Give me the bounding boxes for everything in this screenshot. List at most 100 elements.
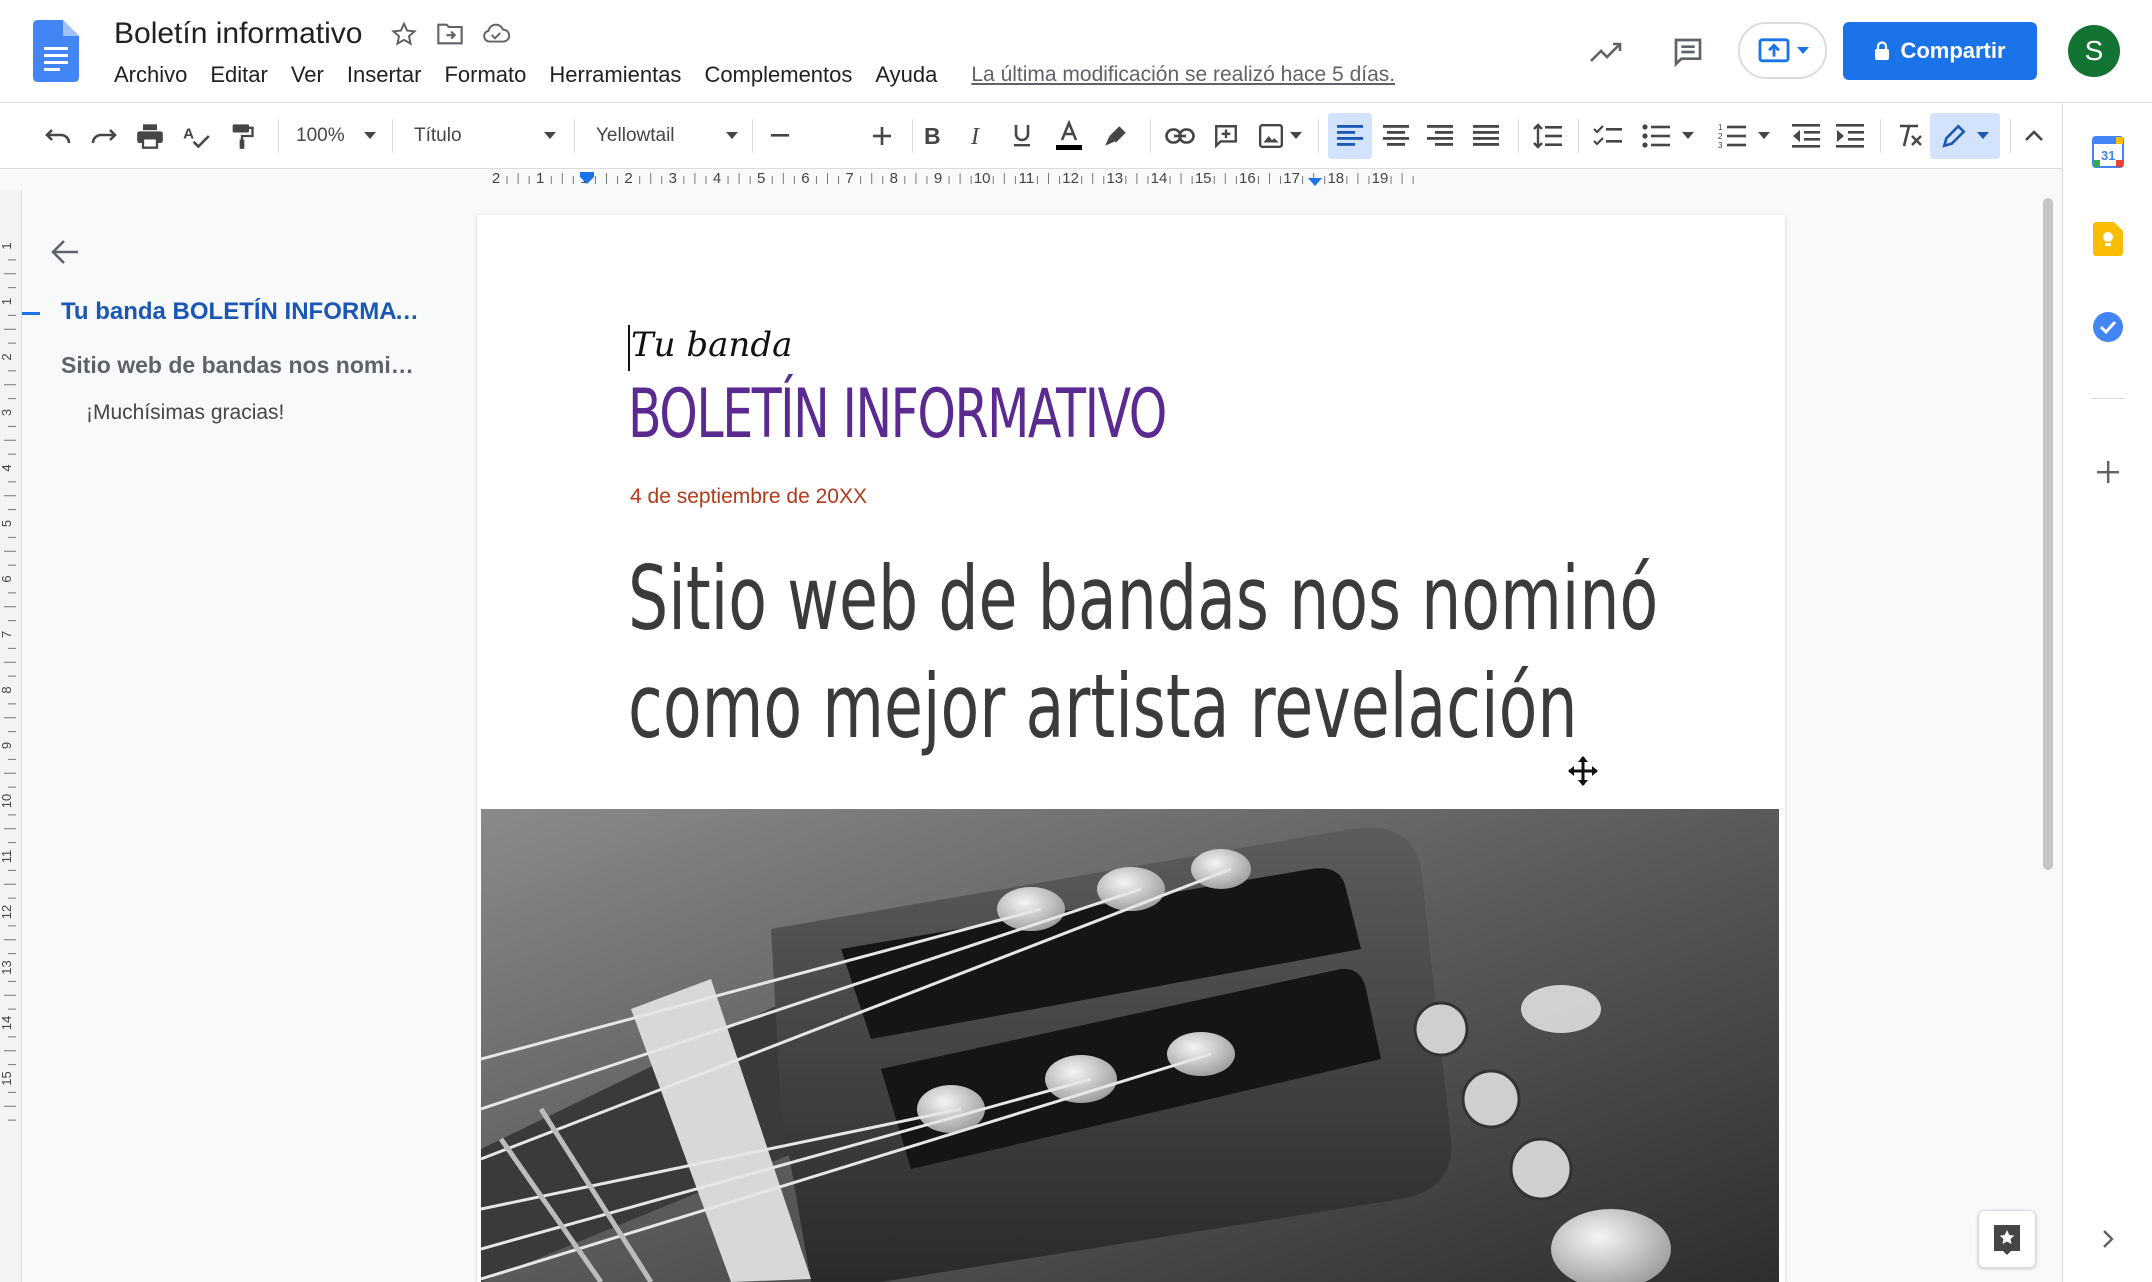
insert-image-icon[interactable] bbox=[1252, 113, 1308, 159]
align-left-icon[interactable] bbox=[1328, 113, 1372, 159]
text-color-icon[interactable] bbox=[1048, 113, 1090, 159]
move-icon[interactable] bbox=[1567, 755, 1599, 787]
chevron-right-icon[interactable] bbox=[2089, 1220, 2127, 1258]
menu-herramientas[interactable]: Herramientas bbox=[549, 62, 681, 88]
right-indent-marker[interactable] bbox=[1308, 178, 1322, 186]
docs-logo-icon[interactable] bbox=[33, 20, 79, 82]
formatting-toolbar: A 100% Título Yellowtail 18 B I bbox=[0, 103, 2062, 256]
document-title[interactable]: Boletín informativo bbox=[114, 16, 362, 52]
move-to-folder-icon[interactable] bbox=[436, 20, 464, 48]
explore-button[interactable] bbox=[1978, 1210, 2036, 1268]
outline-item-heading-1[interactable]: Tu banda BOLETÍN INFORMATIVO bbox=[61, 298, 421, 326]
ruler-label: 6 bbox=[0, 575, 14, 582]
bulleted-list-icon[interactable] bbox=[1636, 113, 1700, 159]
horizontal-ruler[interactable]: 2112345678910111213141516171819 bbox=[470, 170, 1870, 188]
decrease-font-size-button[interactable] bbox=[760, 113, 800, 159]
checklist-icon[interactable] bbox=[1588, 113, 1628, 159]
clear-formatting-icon[interactable] bbox=[1890, 113, 1930, 159]
newsletter-title[interactable]: BOLETÍN INFORMATIVO bbox=[628, 375, 1167, 454]
ruler-label: 12 bbox=[0, 905, 14, 919]
menu-insertar[interactable]: Insertar bbox=[347, 62, 422, 88]
menu-editar[interactable]: Editar bbox=[210, 62, 267, 88]
font-family-select[interactable]: Yellowtail bbox=[592, 113, 742, 159]
paint-format-icon[interactable] bbox=[222, 113, 262, 159]
ruler-label: 13 bbox=[0, 960, 14, 974]
last-edit-link[interactable]: La última modificación se realizó hace 5… bbox=[971, 63, 1395, 87]
editing-mode-icon[interactable] bbox=[1930, 113, 2000, 159]
menu-archivo[interactable]: Archivo bbox=[114, 62, 187, 88]
print-icon[interactable] bbox=[130, 113, 170, 159]
menu-bar: Archivo Editar Ver Insertar Formato Herr… bbox=[114, 62, 1395, 88]
redo-icon[interactable] bbox=[84, 113, 124, 159]
ruler-label: 7 bbox=[845, 170, 853, 187]
ruler-label: 6 bbox=[801, 170, 809, 187]
collapse-icon[interactable] bbox=[2016, 113, 2052, 159]
paragraph-style-select[interactable]: Título bbox=[410, 113, 560, 159]
zoom-select[interactable]: 100% bbox=[292, 113, 380, 159]
scrollbar-thumb[interactable] bbox=[2043, 198, 2053, 870]
back-arrow-icon[interactable] bbox=[50, 238, 84, 272]
band-name[interactable]: Tu banda bbox=[631, 325, 792, 365]
svg-text:31: 31 bbox=[2101, 148, 2115, 163]
ruler-label: 13 bbox=[1106, 170, 1123, 187]
menu-complementos[interactable]: Complementos bbox=[704, 62, 852, 88]
vertical-scrollbar[interactable] bbox=[2040, 195, 2056, 1282]
headline[interactable]: Sitio web de bandas nos nominó como mejo… bbox=[628, 545, 1659, 761]
avatar[interactable]: S bbox=[2068, 25, 2120, 77]
ruler-label: 9 bbox=[934, 170, 942, 187]
menu-ver[interactable]: Ver bbox=[291, 62, 324, 88]
bold-icon[interactable]: B bbox=[912, 113, 952, 159]
vertical-ruler[interactable]: 1 1 2 3 4 5 6 7 8 9 10 11 12 13 14 15 bbox=[0, 190, 22, 1282]
numbered-list-icon[interactable]: 123 bbox=[1712, 113, 1776, 159]
spellcheck-icon[interactable]: A bbox=[176, 113, 216, 159]
outline-active-marker bbox=[22, 312, 40, 315]
increase-indent-icon[interactable] bbox=[1830, 113, 1870, 159]
ruler-label: 2 bbox=[492, 170, 500, 187]
link-icon[interactable] bbox=[1160, 113, 1200, 159]
headline-line-2: como mejor artista revelación bbox=[628, 655, 1578, 758]
italic-icon[interactable]: I bbox=[958, 113, 998, 159]
lock-icon bbox=[1875, 41, 1890, 60]
menu-ayuda[interactable]: Ayuda bbox=[875, 62, 937, 88]
ruler-label: 4 bbox=[713, 170, 721, 187]
menu-formato[interactable]: Formato bbox=[444, 62, 526, 88]
ruler-label: 14 bbox=[1151, 170, 1168, 187]
headline-line-1: Sitio web de bandas nos nominó bbox=[628, 547, 1659, 650]
justify-icon[interactable] bbox=[1464, 113, 1508, 159]
present-button[interactable] bbox=[1738, 22, 1827, 79]
underline-icon[interactable] bbox=[1002, 113, 1042, 159]
outline-item-heading-2[interactable]: Sitio web de bandas nos nominó como mejo… bbox=[61, 352, 421, 379]
calendar-icon[interactable]: 31 bbox=[2089, 133, 2127, 171]
increase-font-size-button[interactable] bbox=[862, 113, 902, 159]
document-page[interactable]: Tu banda BOLETÍN INFORMATIVO 4 de septie… bbox=[477, 215, 1785, 1282]
svg-text:I: I bbox=[970, 125, 980, 147]
ruler-label: 10 bbox=[974, 170, 991, 187]
activity-trend-icon[interactable] bbox=[1586, 32, 1626, 72]
tasks-icon[interactable] bbox=[2089, 308, 2127, 346]
ruler-label: 3 bbox=[669, 170, 677, 187]
undo-icon[interactable] bbox=[38, 113, 78, 159]
decrease-indent-icon[interactable] bbox=[1786, 113, 1826, 159]
highlight-icon[interactable] bbox=[1096, 113, 1136, 159]
ruler-label: 1 bbox=[536, 170, 544, 187]
add-icon[interactable] bbox=[2089, 453, 2127, 491]
share-button[interactable]: Compartir bbox=[1843, 22, 2037, 80]
cloud-saved-icon[interactable] bbox=[482, 20, 511, 48]
align-right-icon[interactable] bbox=[1418, 113, 1462, 159]
newsletter-date[interactable]: 4 de septiembre de 20XX bbox=[630, 485, 867, 509]
ruler-label: 5 bbox=[0, 520, 14, 527]
side-panel: 31 bbox=[2062, 103, 2152, 1282]
keep-icon[interactable] bbox=[2089, 220, 2127, 258]
guitar-headstock-image[interactable] bbox=[481, 809, 1779, 1282]
add-comment-icon[interactable] bbox=[1206, 113, 1246, 159]
chevron-down-icon bbox=[726, 132, 738, 139]
ruler-label: 15 bbox=[1195, 170, 1212, 187]
svg-text:A: A bbox=[183, 125, 194, 142]
star-icon[interactable] bbox=[390, 20, 418, 48]
present-icon bbox=[1758, 37, 1789, 62]
line-spacing-icon[interactable] bbox=[1528, 113, 1568, 159]
align-center-icon[interactable] bbox=[1374, 113, 1418, 159]
ruler-label: 4 bbox=[0, 464, 14, 471]
comments-icon[interactable] bbox=[1668, 32, 1708, 72]
outline-item-heading-3[interactable]: ¡Muchísimas gracias! bbox=[86, 401, 406, 425]
